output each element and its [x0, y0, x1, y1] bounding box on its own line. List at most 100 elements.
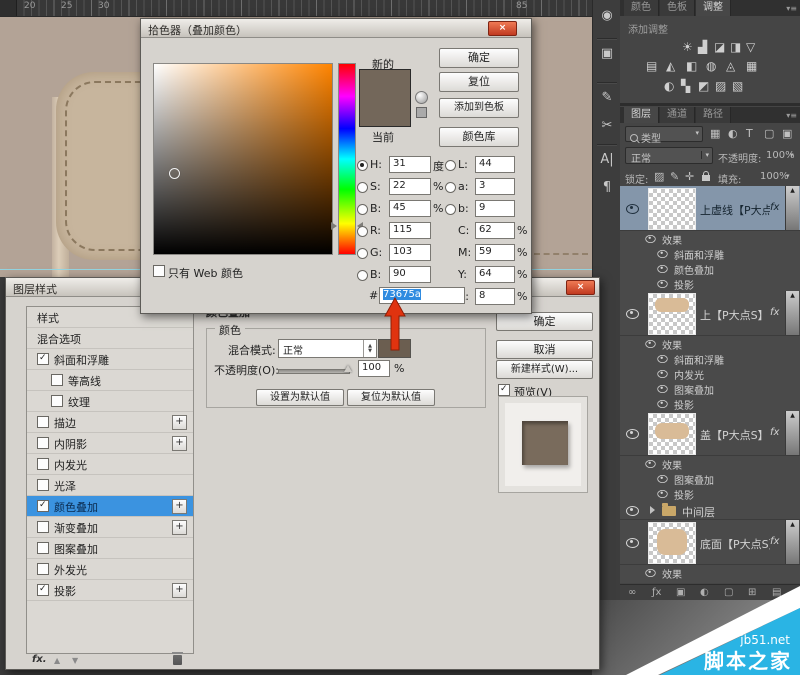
color-picker-titlebar[interactable]: 拾色器（叠加颜色） ×: [141, 19, 531, 38]
effect-row[interactable]: 效果: [620, 231, 800, 246]
effect-eye-icon[interactable]: [657, 385, 667, 393]
field-input[interactable]: 44: [475, 156, 515, 173]
effect-eye-icon[interactable]: [657, 370, 667, 378]
invert-icon[interactable]: ◐: [664, 79, 674, 93]
lock-all-icon[interactable]: [702, 175, 710, 181]
field-B5-radio[interactable]: [357, 270, 368, 281]
layer-thumbnail[interactable]: [648, 522, 696, 564]
effect-row[interactable]: 效果: [620, 336, 800, 351]
style-item-斜面和浮雕[interactable]: 斜面和浮雕: [27, 349, 193, 370]
layer-group-row[interactable]: 中间层: [620, 501, 800, 520]
style-item-内发光[interactable]: 内发光: [27, 454, 193, 475]
preview-checkbox[interactable]: [498, 384, 510, 396]
layer-row[interactable]: 底面【P大点S】fx▲: [620, 520, 800, 565]
layer-row[interactable]: 上虚线【P大点...fx▲: [620, 186, 800, 231]
photo-filter-icon[interactable]: ◍: [706, 59, 716, 73]
panel-menu-icon[interactable]: ▾≡: [786, 111, 797, 120]
filter-adjustment-layers-icon[interactable]: ◐: [728, 127, 738, 140]
field-G4-radio[interactable]: [357, 248, 368, 259]
add-instance-icon[interactable]: +: [172, 520, 187, 535]
web-only-checkbox[interactable]: [153, 265, 165, 277]
add-instance-icon[interactable]: +: [172, 499, 187, 514]
layer-thumbnail[interactable]: [648, 188, 696, 230]
reset-button[interactable]: 复位: [439, 72, 519, 92]
style-checkbox[interactable]: [37, 353, 49, 365]
masks-dock-icon[interactable]: ▣: [593, 46, 621, 61]
effects-collapse-icon[interactable]: ▲: [785, 411, 799, 455]
fx-icon[interactable]: fx.: [32, 654, 47, 665]
opacity-dropdown-icon[interactable]: ▾: [790, 151, 794, 159]
character-dock-icon[interactable]: A|: [593, 152, 621, 167]
web-cube-icon[interactable]: [416, 107, 427, 118]
visibility-eye-icon[interactable]: [626, 506, 639, 516]
set-default-button[interactable]: 设置为默认值: [256, 389, 344, 406]
style-item-纹理[interactable]: 纹理: [27, 391, 193, 412]
style-item-内阴影[interactable]: 内阴影+: [27, 433, 193, 454]
field-R3-input[interactable]: 115: [389, 222, 431, 239]
ok-button[interactable]: 确定: [439, 48, 519, 68]
add-instance-icon[interactable]: +: [172, 415, 187, 430]
adjustments-dock-icon[interactable]: ◉: [593, 8, 621, 23]
effects-collapse-icon[interactable]: ▲: [785, 186, 799, 230]
color-lookup-icon[interactable]: ▦: [746, 59, 757, 73]
move-style-up-icon[interactable]: ▲: [54, 656, 60, 665]
visibility-eye-icon[interactable]: [626, 309, 639, 319]
tab-颜色[interactable]: 颜色: [624, 0, 659, 16]
effect-row[interactable]: 图案叠加: [620, 471, 800, 486]
opacity-slider[interactable]: [278, 369, 350, 374]
fx-badge[interactable]: fx: [770, 427, 779, 438]
effect-row[interactable]: 图案叠加: [620, 381, 800, 396]
style-item-等高线[interactable]: 等高线: [27, 370, 193, 391]
style-checkbox[interactable]: [37, 479, 49, 491]
threshold-icon[interactable]: ◩: [698, 79, 709, 93]
style-item-颜色叠加[interactable]: 颜色叠加+: [27, 496, 193, 517]
clone-source-dock-icon[interactable]: ✂: [593, 118, 621, 133]
color-field-marker[interactable]: [169, 168, 180, 179]
field-input[interactable]: 3: [475, 178, 515, 195]
tab-调整[interactable]: 调整: [696, 0, 731, 16]
close-icon[interactable]: ×: [566, 280, 595, 295]
fill-value[interactable]: 100%: [760, 171, 789, 182]
effects-collapse-icon[interactable]: ▲: [785, 520, 799, 564]
style-checkbox[interactable]: [37, 500, 49, 512]
style-checkbox[interactable]: [37, 542, 49, 554]
style-item-光泽[interactable]: 光泽: [27, 475, 193, 496]
brightness-contrast-icon[interactable]: ☀: [682, 40, 693, 54]
field-G4-input[interactable]: 103: [389, 244, 431, 261]
color-balance-icon[interactable]: ◭: [666, 59, 675, 73]
style-checkbox[interactable]: [37, 563, 49, 575]
close-icon[interactable]: ×: [488, 21, 517, 36]
effect-eye-icon[interactable]: [645, 235, 655, 243]
filter-pixel-layers-icon[interactable]: ▦: [710, 127, 720, 140]
add-to-swatches-button[interactable]: 添加到色板: [439, 98, 519, 118]
field-H0-radio[interactable]: [357, 160, 368, 171]
effect-row[interactable]: 斜面和浮雕: [620, 351, 800, 366]
panel-menu-icon[interactable]: ▾≡: [786, 4, 797, 13]
effect-row[interactable]: 颜色叠加: [620, 261, 800, 276]
filter-shape-layers-icon[interactable]: ▢: [764, 127, 774, 140]
field-input[interactable]: 9: [475, 200, 515, 217]
filter-smart-objects-icon[interactable]: ▣: [782, 127, 792, 140]
posterize-icon[interactable]: ▚: [681, 79, 690, 93]
gradient-map-icon[interactable]: ▨: [715, 79, 726, 93]
add-instance-icon[interactable]: +: [172, 583, 187, 598]
delete-style-icon[interactable]: [173, 655, 182, 665]
tab-路径[interactable]: 路径: [696, 107, 731, 123]
hue-slider-arrow-left[interactable]: [331, 222, 337, 230]
effect-eye-icon[interactable]: [645, 340, 655, 348]
style-checkbox[interactable]: [37, 584, 49, 596]
tab-图层[interactable]: 图层: [624, 107, 659, 123]
effect-row[interactable]: 效果: [620, 456, 800, 471]
exposure-icon[interactable]: ◨: [730, 40, 741, 54]
layer-thumbnail[interactable]: [648, 293, 696, 335]
effect-row[interactable]: 斜面和浮雕: [620, 246, 800, 261]
lock-paint-icon[interactable]: ✎: [670, 170, 679, 183]
effect-row[interactable]: 内发光: [620, 366, 800, 381]
gamut-warning-icon[interactable]: [415, 91, 428, 104]
effect-row[interactable]: 投影: [620, 486, 800, 501]
effect-eye-icon[interactable]: [657, 355, 667, 363]
field-B2-radio[interactable]: [357, 204, 368, 215]
lock-transparent-icon[interactable]: ▨: [654, 170, 664, 183]
effect-eye-icon[interactable]: [657, 280, 667, 288]
visibility-eye-icon[interactable]: [626, 429, 639, 439]
